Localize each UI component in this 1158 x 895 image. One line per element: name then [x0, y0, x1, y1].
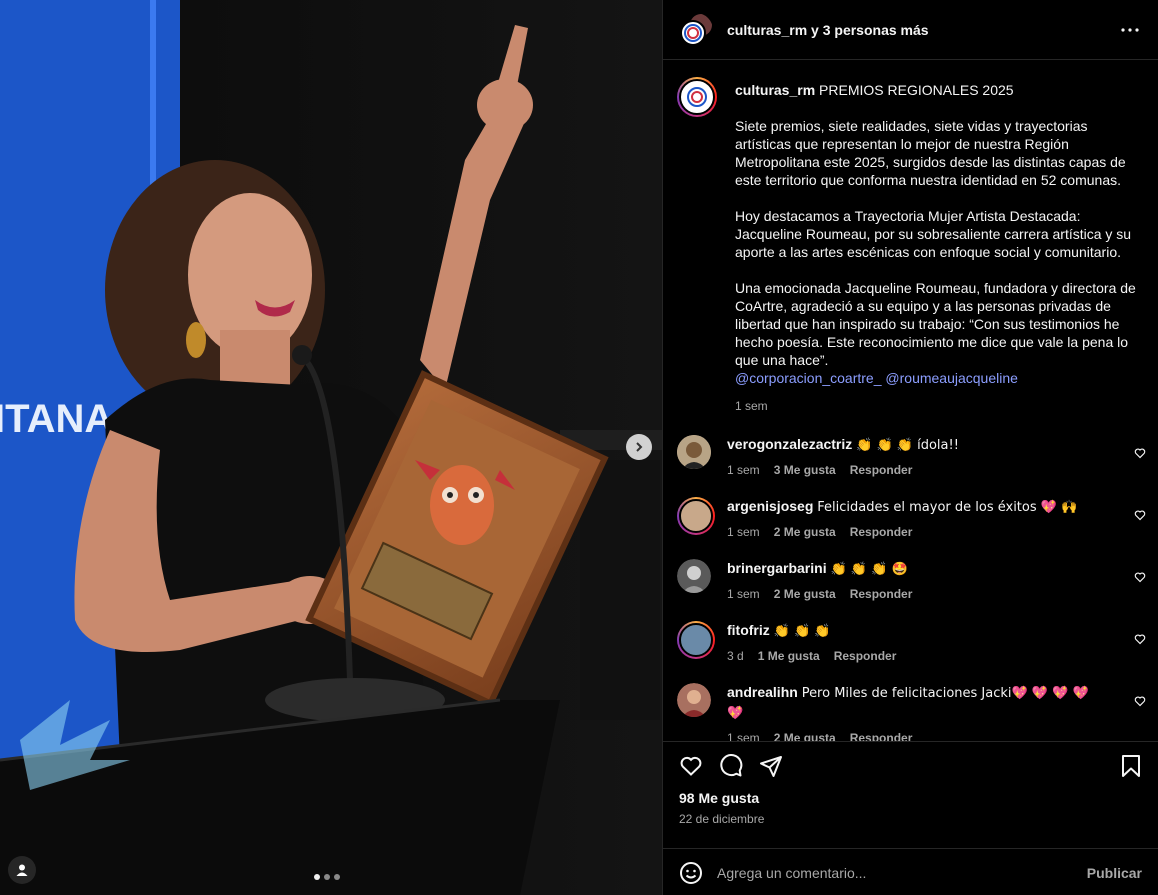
mention-link[interactable]: @corporacion_coartre_: [735, 370, 882, 386]
comment-username[interactable]: argenisjoseg: [727, 498, 813, 514]
comment-likes[interactable]: 2 Me gusta: [774, 525, 836, 539]
collab-suffix[interactable]: y 3 personas más: [811, 22, 929, 38]
caption-paragraph: Hoy destacamos a Trayectoria Mujer Artis…: [735, 208, 1132, 260]
heart-icon[interactable]: [1134, 571, 1146, 583]
avatar[interactable]: [677, 497, 715, 535]
post-author[interactable]: culturas_rm y 3 personas más: [727, 22, 929, 38]
comment-username[interactable]: brinergarbarini: [727, 560, 827, 576]
mention-link[interactable]: @roumeaujacqueline: [885, 370, 1018, 386]
reply-button[interactable]: Responder: [850, 525, 913, 539]
caption-paragraph: Una emocionada Jacqueline Roumeau, funda…: [735, 280, 1136, 368]
comment-text: 👏 👏 👏 ídola!!: [856, 438, 959, 453]
reply-button[interactable]: Responder: [834, 649, 897, 663]
post-comment-button[interactable]: Publicar: [1087, 865, 1142, 881]
comment-username[interactable]: verogonzalezactriz: [727, 436, 852, 452]
comment-username[interactable]: fitofriz: [727, 622, 770, 638]
comment-time[interactable]: 1 sem: [727, 463, 760, 477]
heart-icon[interactable]: [1134, 633, 1146, 645]
action-bar: [663, 742, 1158, 790]
reply-button[interactable]: Responder: [850, 731, 913, 741]
carousel-dot: [334, 874, 340, 880]
heart-icon[interactable]: [1134, 695, 1146, 707]
comment-time[interactable]: 1 sem: [727, 731, 760, 741]
post-photo[interactable]: ITANA: [0, 0, 662, 895]
comment-input[interactable]: Agrega un comentario...: [717, 865, 1087, 881]
photo-scene: ITANA: [0, 0, 662, 895]
comments-scroll-area[interactable]: culturas_rm PREMIOS REGIONALES 2025 Siet…: [663, 61, 1158, 741]
carousel-indicator: [314, 874, 340, 880]
caption-text: culturas_rm PREMIOS REGIONALES 2025 Siet…: [735, 77, 1146, 415]
more-options-button[interactable]: [1118, 18, 1142, 42]
comment-likes[interactable]: 2 Me gusta: [774, 587, 836, 601]
carousel-dot: [314, 874, 320, 880]
avatar[interactable]: [677, 559, 711, 593]
comment-time[interactable]: 1 sem: [727, 587, 760, 601]
heart-icon[interactable]: [679, 754, 703, 778]
caption-avatar[interactable]: [677, 77, 717, 117]
next-arrow-icon: [636, 442, 643, 452]
author-username[interactable]: culturas_rm: [727, 22, 807, 38]
likes-count[interactable]: 98 Me gusta: [663, 790, 1158, 806]
caption-headline: PREMIOS REGIONALES 2025: [819, 82, 1014, 98]
user-tag-button[interactable]: [8, 856, 36, 884]
comment-item: brinergarbarini 👏 👏 👏 🤩 1 sem 2 Me gusta…: [677, 559, 1146, 601]
post-side-panel: culturas_rm y 3 personas más culturas_rm…: [662, 0, 1158, 895]
comment-time[interactable]: 1 sem: [727, 525, 760, 539]
avatar[interactable]: [677, 621, 715, 659]
comment-username[interactable]: andrealihn: [727, 684, 798, 700]
post-actions-section: 98 Me gusta 22 de diciembre Agrega un co…: [663, 741, 1158, 884]
post-header: culturas_rm y 3 personas más: [663, 0, 1158, 60]
heart-icon[interactable]: [1134, 509, 1146, 521]
caption-paragraph: Siete premios, siete realidades, siete v…: [735, 118, 1126, 188]
share-icon[interactable]: [759, 754, 783, 778]
comment-item: andrealihn Pero Miles de felicitaciones …: [677, 683, 1146, 741]
comment-item: argenisjoseg Felicidades el mayor de los…: [677, 497, 1146, 539]
reply-button[interactable]: Responder: [850, 587, 913, 601]
collab-avatar[interactable]: [679, 13, 713, 47]
post-date[interactable]: 22 de diciembre: [663, 812, 1158, 826]
comment-time[interactable]: 3 d: [727, 649, 744, 663]
caption-time[interactable]: 1 sem: [735, 397, 1146, 415]
comment-likes[interactable]: 3 Me gusta: [774, 463, 836, 477]
comment-item: fitofriz 👏 👏 👏 3 d 1 Me gusta Responder: [677, 621, 1146, 663]
comment-text: 👏 👏 👏 🤩: [830, 562, 908, 577]
banner-text: ITANA: [0, 397, 113, 441]
carousel-dot: [324, 874, 330, 880]
comment-item: verogonzalezactriz 👏 👏 👏 ídola!! 1 sem 3…: [677, 435, 1146, 477]
emoji-icon[interactable]: [679, 861, 703, 885]
avatar[interactable]: [677, 683, 711, 717]
save-icon[interactable]: [1120, 754, 1142, 778]
caption: culturas_rm PREMIOS REGIONALES 2025 Siet…: [677, 77, 1146, 415]
comment-text: Felicidades el mayor de los éxitos 💖 🙌: [817, 500, 1078, 515]
caption-username[interactable]: culturas_rm: [735, 82, 815, 98]
avatar[interactable]: [677, 435, 711, 469]
comment-likes[interactable]: 2 Me gusta: [774, 731, 836, 741]
heart-icon[interactable]: [1134, 447, 1146, 459]
carousel-next-button[interactable]: [626, 434, 652, 460]
more-icon: [1121, 27, 1139, 32]
comment-composer: Agrega un comentario... Publicar: [663, 848, 1158, 895]
reply-button[interactable]: Responder: [850, 463, 913, 477]
comment-text: 👏 👏 👏: [773, 624, 831, 639]
comment-icon[interactable]: [719, 754, 743, 778]
user-tag-icon: [16, 864, 28, 876]
comment-likes[interactable]: 1 Me gusta: [758, 649, 820, 663]
